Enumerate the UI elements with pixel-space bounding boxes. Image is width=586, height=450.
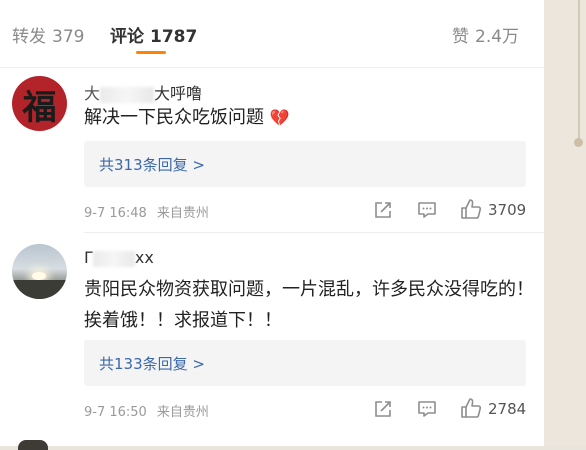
comment-username[interactable]: 大 大呼噜 — [84, 80, 202, 104]
comment-username[interactable]: Γxx — [84, 248, 154, 267]
tab-likes-label: 赞 — [452, 27, 469, 47]
blurred-username — [100, 86, 155, 103]
tab-comments[interactable]: 评论 1787 — [110, 22, 197, 47]
tab-bar: 转发 379 评论 1787 赞 2.4万 — [0, 0, 544, 68]
comment-divider — [84, 232, 544, 233]
replies-box[interactable]: 共133条回复 > — [84, 340, 526, 386]
next-avatar-partial — [18, 440, 48, 450]
comments-panel: 转发 379 评论 1787 赞 2.4万 福 大 大呼噜 解决一下民众吃饭问题 💔 共… — [0, 0, 544, 450]
comment-text: 贵阳民众物资获取问题，一片混乱，许多民众没得吃的！挨着饿！！求报道下！！ — [84, 274, 534, 336]
broken-heart-icon: 💔 — [269, 108, 290, 127]
tabs-divider — [0, 67, 544, 68]
sunset-icon — [32, 272, 46, 280]
comment-meta: 9-7 16:48 来自贵州 — [84, 202, 209, 221]
active-tab-indicator — [136, 51, 166, 54]
comment-icon[interactable] — [417, 200, 437, 220]
comment-time: 9-7 16:48 — [84, 206, 147, 221]
like-count: 2784 — [488, 400, 527, 418]
scrollbar-line — [578, 0, 580, 142]
thumbs-up-icon[interactable] — [460, 397, 482, 419]
username-prefix: Γ — [84, 248, 93, 267]
comment-location: 来自贵州 — [156, 206, 209, 221]
view-replies-link[interactable]: 共133条回复 > — [99, 353, 205, 374]
tab-reposts-label: 转发 — [12, 27, 46, 47]
blurred-username — [92, 250, 135, 267]
avatar[interactable]: 福 — [12, 76, 67, 131]
tab-reposts[interactable]: 转发 379 — [12, 22, 84, 47]
username-suffix: 大呼噜 — [154, 84, 203, 103]
fu-character-icon: 福 — [22, 88, 57, 128]
comment-text: 解决一下民众吃饭问题 💔 — [84, 102, 534, 133]
share-icon[interactable] — [373, 399, 393, 419]
avatar[interactable] — [12, 244, 67, 299]
comment-time: 9-7 16:50 — [84, 405, 147, 420]
like-count: 3709 — [488, 201, 527, 219]
comment-body: 贵阳民众物资获取问题，一片混乱，许多民众没得吃的！挨着饿！！求报道下！！ — [84, 279, 534, 331]
view-replies-link[interactable]: 共313条回复 > — [99, 154, 205, 175]
comment-icon[interactable] — [417, 399, 437, 419]
username-suffix: xx — [134, 248, 154, 267]
tab-comments-label: 评论 — [110, 27, 144, 47]
share-icon[interactable] — [373, 200, 393, 220]
replies-box[interactable]: 共313条回复 > — [84, 141, 526, 187]
comment-meta: 9-7 16:50 来自贵州 — [84, 401, 209, 420]
tab-likes[interactable]: 赞 2.4万 — [452, 22, 519, 47]
thumbs-up-icon[interactable] — [460, 198, 482, 220]
comment-location: 来自贵州 — [156, 405, 209, 420]
tab-reposts-count: 379 — [52, 27, 85, 47]
tab-likes-count: 2.4万 — [475, 27, 520, 47]
horizon-shape — [12, 280, 67, 299]
tab-comments-count: 1787 — [150, 27, 198, 47]
username-prefix: 大 — [84, 84, 101, 103]
comment-body: 解决一下民众吃饭问题 — [84, 107, 264, 128]
scrollbar-handle[interactable] — [574, 138, 583, 147]
